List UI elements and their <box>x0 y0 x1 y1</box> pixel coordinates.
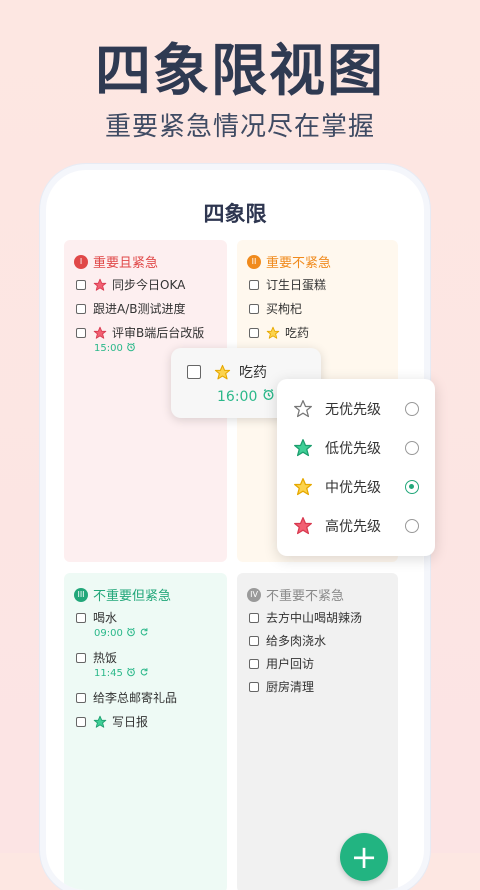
task-item[interactable]: 订生日蛋糕 <box>249 276 326 293</box>
task-item[interactable]: 用户回访 <box>249 655 314 672</box>
task-item[interactable]: 同步今日OKA <box>76 276 185 293</box>
task-checkbox[interactable] <box>76 692 86 703</box>
priority-option-high[interactable]: 高优先级 <box>293 516 419 536</box>
task-checkbox[interactable] <box>249 612 259 623</box>
alarm-icon <box>262 388 275 405</box>
priority-radio[interactable] <box>405 402 419 416</box>
task-checkbox[interactable] <box>187 365 201 379</box>
star-icon <box>293 516 313 536</box>
star-icon <box>293 438 313 458</box>
quadrant-badge: III <box>74 587 88 602</box>
task-label: 吃药 <box>239 365 267 381</box>
task-checkbox[interactable] <box>76 652 86 663</box>
quadrant-header: IV 不重要不紧急 <box>247 585 344 604</box>
task-label: 买枸杞 <box>266 302 303 316</box>
priority-label: 低优先级 <box>325 441 381 457</box>
task-label: 写日报 <box>112 715 149 729</box>
priority-radio[interactable] <box>405 441 419 455</box>
quadrant-badge: II <box>247 254 261 269</box>
task-checkbox[interactable] <box>249 635 259 646</box>
task-item[interactable]: 写日报 <box>76 713 148 730</box>
task-label: 吃药 <box>285 326 310 340</box>
task-checkbox[interactable] <box>249 303 259 314</box>
task-label: 用户回访 <box>266 657 315 671</box>
alarm-icon <box>126 667 136 680</box>
star-icon <box>93 278 107 292</box>
repeat-icon <box>139 667 149 680</box>
quadrant-badge: I <box>74 254 88 269</box>
task-checkbox[interactable] <box>249 681 259 692</box>
task-time: 09:00 <box>94 627 149 640</box>
task-label: 喝水 <box>93 611 118 625</box>
task-item[interactable]: 热饭 <box>76 649 117 666</box>
task-item[interactable]: 给多肉浇水 <box>249 632 326 649</box>
task-checkbox[interactable] <box>76 716 86 727</box>
quadrant-urgent-not-important[interactable]: III 不重要但紧急 喝水 09:00 热饭 11:45 给李总邮寄礼品 写日报 <box>64 573 227 890</box>
task-checkbox[interactable] <box>76 327 86 338</box>
priority-label: 无优先级 <box>325 402 381 418</box>
task-item[interactable]: 跟进A/B测试进度 <box>76 300 186 317</box>
priority-menu: 无优先级 低优先级 中优先级 高优先级 <box>277 379 435 556</box>
task-checkbox[interactable] <box>249 327 259 338</box>
star-icon <box>93 715 107 729</box>
alarm-icon <box>126 627 136 640</box>
task-time: 15:00 <box>94 342 136 355</box>
task-checkbox[interactable] <box>76 303 86 314</box>
task-checkbox[interactable] <box>249 658 259 669</box>
task-label: 热饭 <box>93 651 118 665</box>
task-item[interactable]: 评审B端后台改版 <box>76 324 204 341</box>
quadrant-title: 不重要不紧急 <box>266 589 345 604</box>
dragged-task[interactable]: 吃药 <box>187 362 267 382</box>
star-icon <box>93 326 107 340</box>
priority-option-low[interactable]: 低优先级 <box>293 438 419 458</box>
task-checkbox[interactable] <box>249 279 259 290</box>
task-label: 给李总邮寄礼品 <box>93 691 178 705</box>
quadrant-title: 重要不紧急 <box>266 256 332 271</box>
star-icon <box>266 326 280 340</box>
priority-radio[interactable] <box>405 519 419 533</box>
task-checkbox[interactable] <box>76 279 86 290</box>
task-item[interactable]: 吃药 <box>249 324 309 341</box>
task-label: 同步今日OKA <box>112 278 186 292</box>
alarm-icon <box>126 342 136 355</box>
quadrant-header: I 重要且紧急 <box>74 252 158 271</box>
task-label: 跟进A/B测试进度 <box>93 302 186 316</box>
task-label: 厨房清理 <box>266 680 315 694</box>
quadrant-header: II 重要不紧急 <box>247 252 331 271</box>
task-label: 给多肉浇水 <box>266 634 327 648</box>
hero-title: 四象限视图 <box>95 39 385 104</box>
task-label: 评审B端后台改版 <box>112 326 205 340</box>
task-label: 订生日蛋糕 <box>266 278 327 292</box>
quadrant-badge: IV <box>247 587 261 602</box>
star-outline-icon <box>293 399 313 419</box>
task-time: 11:45 <box>94 667 149 680</box>
priority-radio-selected[interactable] <box>405 480 419 494</box>
task-item[interactable]: 喝水 <box>76 609 117 626</box>
priority-label: 高优先级 <box>325 519 381 535</box>
hero-subtitle: 重要紧急情况尽在掌握 <box>104 112 375 142</box>
task-item[interactable]: 给李总邮寄礼品 <box>76 689 177 706</box>
task-item[interactable]: 买枸杞 <box>249 300 302 317</box>
task-checkbox[interactable] <box>76 612 86 623</box>
quadrant-title: 不重要但紧急 <box>93 589 172 604</box>
task-label: 去方中山喝胡辣汤 <box>266 611 363 625</box>
star-icon <box>214 364 231 381</box>
page-title: 四象限 <box>203 202 267 226</box>
quadrant-header: III 不重要但紧急 <box>74 585 171 604</box>
star-icon <box>293 477 313 497</box>
repeat-icon <box>139 627 149 640</box>
task-item[interactable]: 去方中山喝胡辣汤 <box>249 609 362 626</box>
add-task-button[interactable]: + <box>340 833 388 881</box>
priority-option-medium[interactable]: 中优先级 <box>293 477 419 497</box>
task-item[interactable]: 厨房清理 <box>249 678 314 695</box>
priority-label: 中优先级 <box>325 480 381 496</box>
task-time: 16:00 <box>217 388 275 405</box>
quadrant-title: 重要且紧急 <box>93 256 159 271</box>
priority-option-none[interactable]: 无优先级 <box>293 399 419 419</box>
